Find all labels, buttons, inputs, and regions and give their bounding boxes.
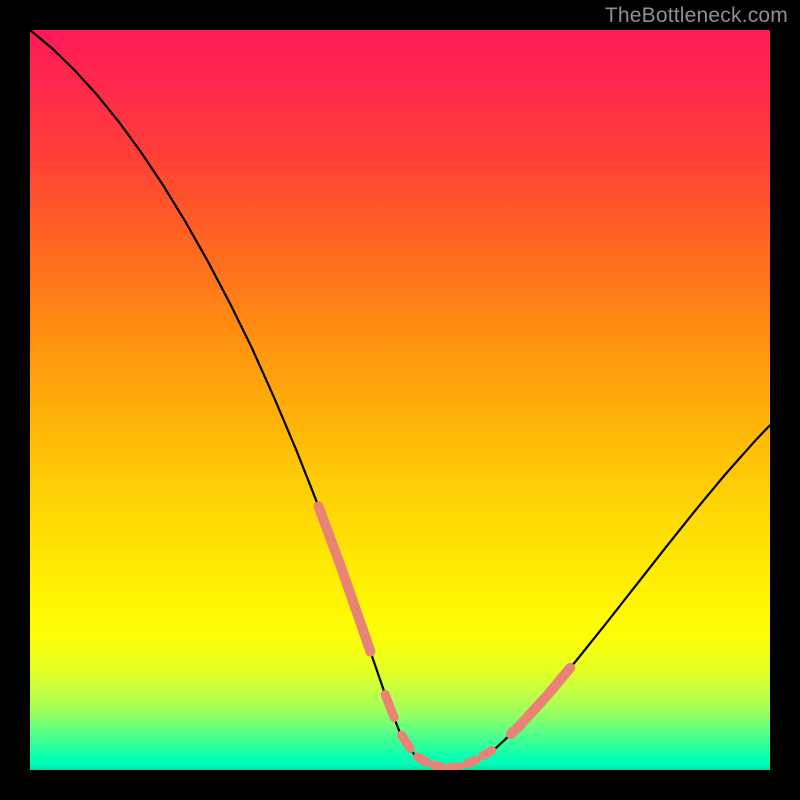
- curve-svg: [30, 30, 770, 770]
- watermark-text: TheBottleneck.com: [605, 4, 788, 28]
- salmon-overlay: [319, 507, 571, 768]
- plot-area: [30, 30, 770, 770]
- main-curve: [30, 30, 770, 768]
- chart-frame: { "watermark": "TheBottleneck.com", "col…: [0, 0, 800, 800]
